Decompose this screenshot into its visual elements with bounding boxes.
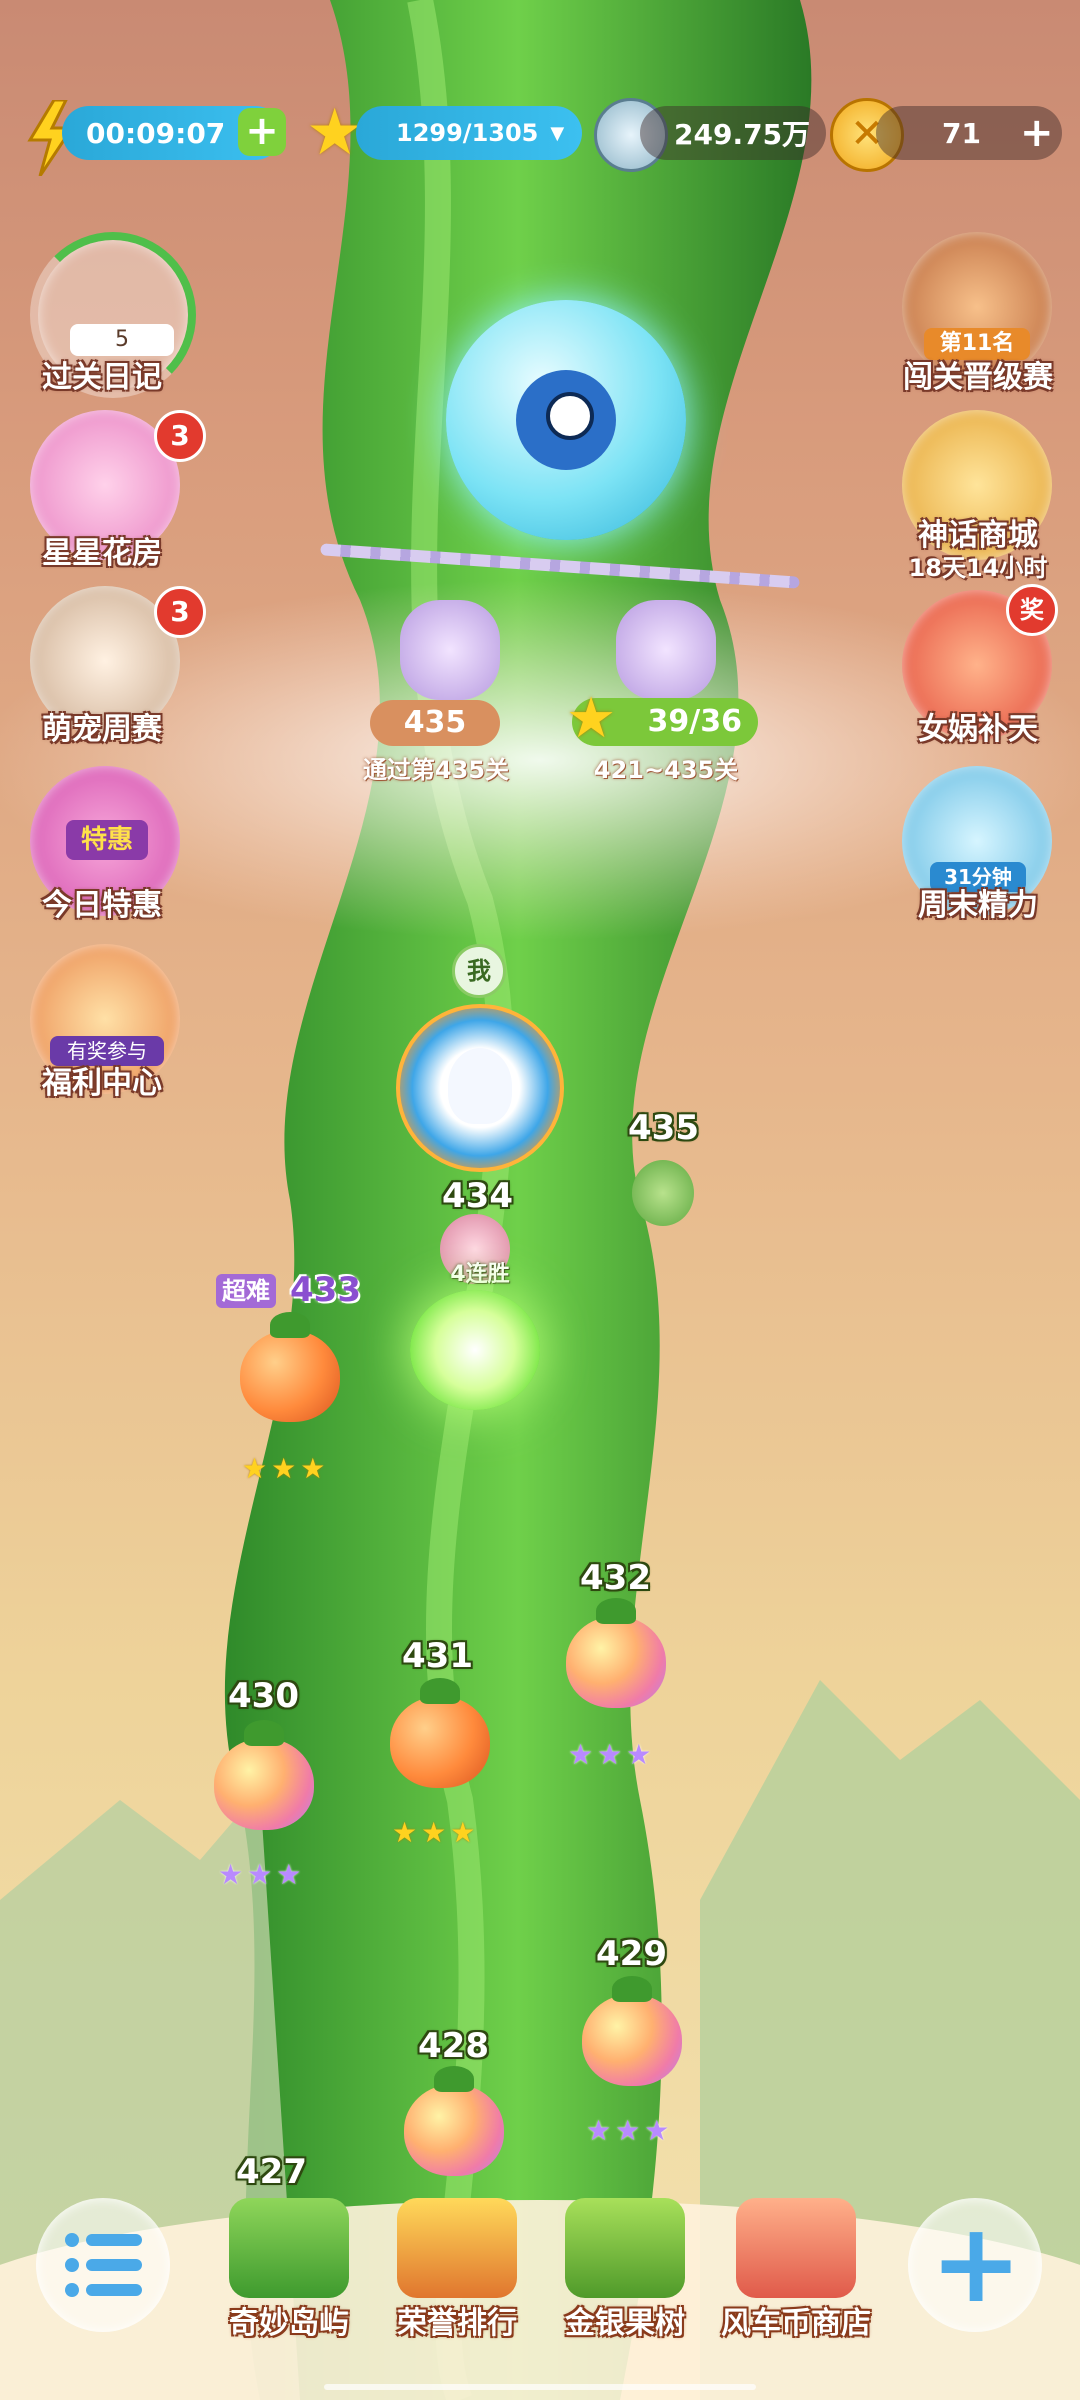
nav-honor-ranking-label: 荣誉排行 [397, 2306, 517, 2341]
difficulty-tag: 超难 [216, 1274, 276, 1308]
level-429-stars: ★★★ [586, 2114, 674, 2147]
add-energy-button[interactable]: + [238, 108, 286, 156]
menu-label-star-flower: 星星花房 [42, 536, 162, 571]
plus-icon: + [930, 2199, 1023, 2327]
star-flower-badge: 3 [154, 410, 206, 462]
nav-wonder-island[interactable]: 奇妙岛屿 [214, 2198, 364, 2342]
streak-label: 4连胜 [450, 1262, 510, 1287]
level-431-node[interactable] [390, 1678, 490, 1788]
coins-bar: 249.75万 [640, 106, 826, 160]
ghost-icon [448, 1048, 512, 1124]
add-gold-button[interactable]: + [1020, 110, 1054, 156]
menu-label-nuwa: 女娲补天 [918, 712, 1038, 747]
island-icon [229, 2198, 349, 2298]
energy-timer: 00:09:07 [86, 116, 226, 150]
star-icon: ★ [306, 96, 364, 170]
monster-eye-icon [546, 392, 594, 440]
menu-list-icon [65, 2233, 142, 2297]
nav-honor-ranking[interactable]: 荣誉排行 [382, 2198, 532, 2342]
level-431-number: 431 [402, 1636, 473, 1676]
gate-level-caption: 通过第435关 [362, 756, 510, 784]
menu-label-welfare: 福利中心 [42, 1066, 162, 1101]
level-434-node[interactable] [410, 1290, 540, 1410]
level-435-number: 435 [628, 1108, 699, 1148]
level-432-stars: ★★★ [568, 1738, 656, 1771]
crown-icon [397, 2198, 517, 2298]
level-429-number: 429 [596, 1934, 667, 1974]
level-430-number: 430 [228, 1676, 299, 1716]
level-433-node[interactable] [240, 1312, 340, 1422]
player-avatar[interactable] [396, 1004, 564, 1172]
level-430-stars: ★★★ [218, 1858, 306, 1891]
level-428-number: 428 [418, 2026, 489, 2066]
stars-count: 1299/1305 [396, 119, 539, 147]
menu-label-clear-diary: 过关日记 [42, 360, 162, 395]
nav-gold-silver-tree-label: 金银果树 [565, 2306, 685, 2341]
chevron-down-icon: ▼ [550, 122, 565, 144]
gold-count: 71 [942, 116, 981, 150]
nuwa-reward-badge: 奖 [1006, 584, 1058, 636]
myth-shop-timer: 18天14小时 [908, 554, 1048, 582]
coins-count: 249.75万 [674, 118, 811, 151]
home-indicator [324, 2384, 756, 2390]
menu-label-pet-weekly: 萌宠周赛 [42, 712, 162, 747]
nav-gold-silver-tree[interactable]: 金银果树 [550, 2198, 700, 2342]
level-432-node[interactable] [566, 1598, 666, 1708]
nav-windmill-shop-label: 风车币商店 [721, 2306, 871, 2341]
game-screen: 00:09:07 + ★ 1299/1305 ▼ 249.75万 ✕ 71 + … [0, 0, 1080, 2400]
bubble-creature[interactable] [446, 300, 686, 540]
star-icon: ★ [566, 686, 617, 751]
level-431-stars: ★★★ [392, 1816, 480, 1849]
level-429-node[interactable] [582, 1976, 682, 2086]
gate-stars-caption: 421~435关 [593, 756, 739, 784]
menu-label-rank-contest: 闯关晋级赛 [903, 360, 1053, 395]
pet-weekly-badge: 3 [154, 586, 206, 638]
level-433-number: 433 [290, 1270, 361, 1310]
stars-bar[interactable]: 1299/1305 ▼ [356, 106, 582, 160]
level-430-node[interactable] [214, 1720, 314, 1830]
menu-label-daily-deal: 今日特惠 [42, 888, 162, 923]
menu-button[interactable] [36, 2198, 170, 2332]
lock-icon [616, 600, 716, 700]
shop-icon [736, 2198, 856, 2298]
tree-icon [565, 2198, 685, 2298]
me-marker: 我 [452, 944, 506, 998]
level-434-number: 434 [442, 1176, 513, 1216]
nav-windmill-shop[interactable]: 风车币商店 [716, 2198, 876, 2342]
gate-level-value: 435 [370, 700, 500, 746]
deal-tag: 特惠 [66, 820, 148, 860]
level-435-node[interactable] [632, 1160, 694, 1226]
level-427-number: 427 [236, 2152, 307, 2192]
nav-wonder-island-label: 奇妙岛屿 [229, 2306, 349, 2341]
expand-button[interactable]: + [908, 2198, 1042, 2332]
menu-label-weekend-energy: 周末精力 [918, 888, 1038, 923]
level-432-number: 432 [580, 1558, 651, 1598]
lock-icon [400, 600, 500, 700]
level-433-stars: ★★★ [242, 1452, 330, 1485]
level-428-node[interactable] [404, 2066, 504, 2176]
